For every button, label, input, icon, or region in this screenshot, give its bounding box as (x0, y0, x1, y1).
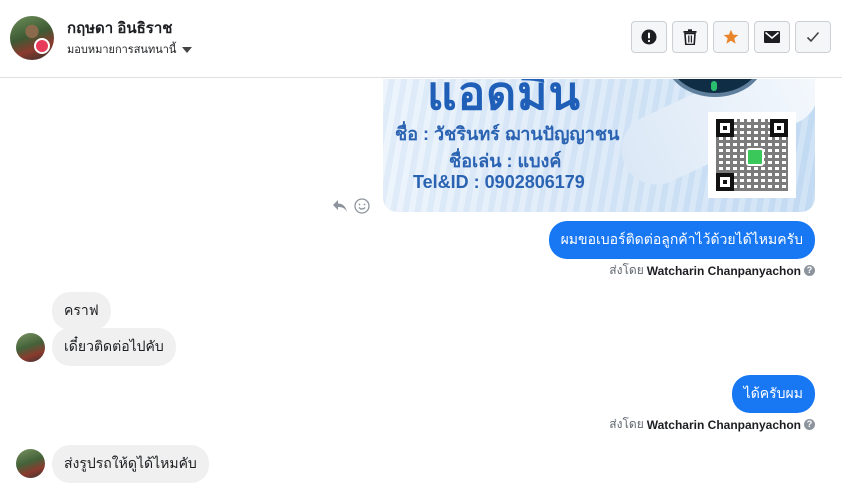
contact-avatar[interactable] (10, 16, 54, 60)
reply-icon[interactable] (332, 199, 348, 213)
done-button[interactable] (795, 21, 831, 53)
contact-avatar-small (16, 449, 45, 478)
contact-avatar-small (16, 333, 45, 362)
sent-by-line: ส่งโดย Watcharin Chanpanyachon ? (609, 415, 815, 434)
caret-down-icon (182, 46, 193, 53)
outgoing-message[interactable]: ได้ครับผม (731, 375, 815, 413)
incoming-message[interactable]: คราฟ (52, 292, 111, 330)
sent-by-name: Watcharin Chanpanyachon (646, 417, 801, 432)
qr-code (708, 112, 796, 198)
star-button[interactable] (713, 21, 749, 53)
image-attachment[interactable]: แอดมิน ชื่อ : วัชรินทร์ ฌานปัญญาชน ชื่อเ… (383, 79, 815, 212)
card-nickname-line: ชื่อเล่น : แบงค์ (449, 151, 562, 171)
help-icon[interactable]: ? (804, 419, 815, 430)
delete-button[interactable] (672, 21, 708, 53)
sent-by-prefix: ส่งโดย (609, 263, 644, 277)
line-logo-icon (746, 148, 764, 166)
envelope-icon (764, 31, 780, 43)
incoming-message[interactable]: ส่งรูปรถให้ดูได้ไหมคับ (52, 445, 209, 483)
email-button[interactable] (754, 21, 790, 53)
card-tel-line: Tel&ID : 0902806179 (413, 172, 585, 192)
card-name-line: ชื่อ : วัชรินทร์ ฌานปัญญาชน (395, 124, 620, 144)
star-icon (723, 29, 739, 44)
incoming-message[interactable]: เดี๋ยวติดต่อไปคับ (52, 328, 176, 366)
online-badge (34, 38, 50, 54)
outgoing-message[interactable]: ผมขอเบอร์ติดต่อลูกค้าไว้ด้วยได้ไหมครับ (548, 221, 815, 259)
sent-by-line: ส่งโดย Watcharin Chanpanyachon ? (609, 261, 815, 280)
contact-name[interactable]: กฤษดา อินธิราช (67, 16, 172, 40)
sent-by-prefix: ส่งโดย (609, 417, 644, 431)
spam-button[interactable] (631, 21, 667, 53)
check-icon (806, 31, 820, 43)
trash-icon (683, 29, 697, 45)
assign-conversation-dropdown[interactable]: มอบหมายการสนทนานี้ (67, 40, 193, 58)
emoji-reaction-icon[interactable] (354, 198, 370, 214)
assign-label: มอบหมายการสนทนานี้ (67, 44, 177, 56)
conversation-header: กฤษดา อินธิราช มอบหมายการสนทนานี้ (0, 0, 842, 78)
conversation-toolbar (631, 21, 831, 53)
help-icon[interactable]: ? (804, 265, 815, 276)
message-actions (332, 198, 370, 214)
sent-by-name: Watcharin Chanpanyachon (646, 263, 801, 278)
exclamation-circle-icon (641, 29, 657, 45)
